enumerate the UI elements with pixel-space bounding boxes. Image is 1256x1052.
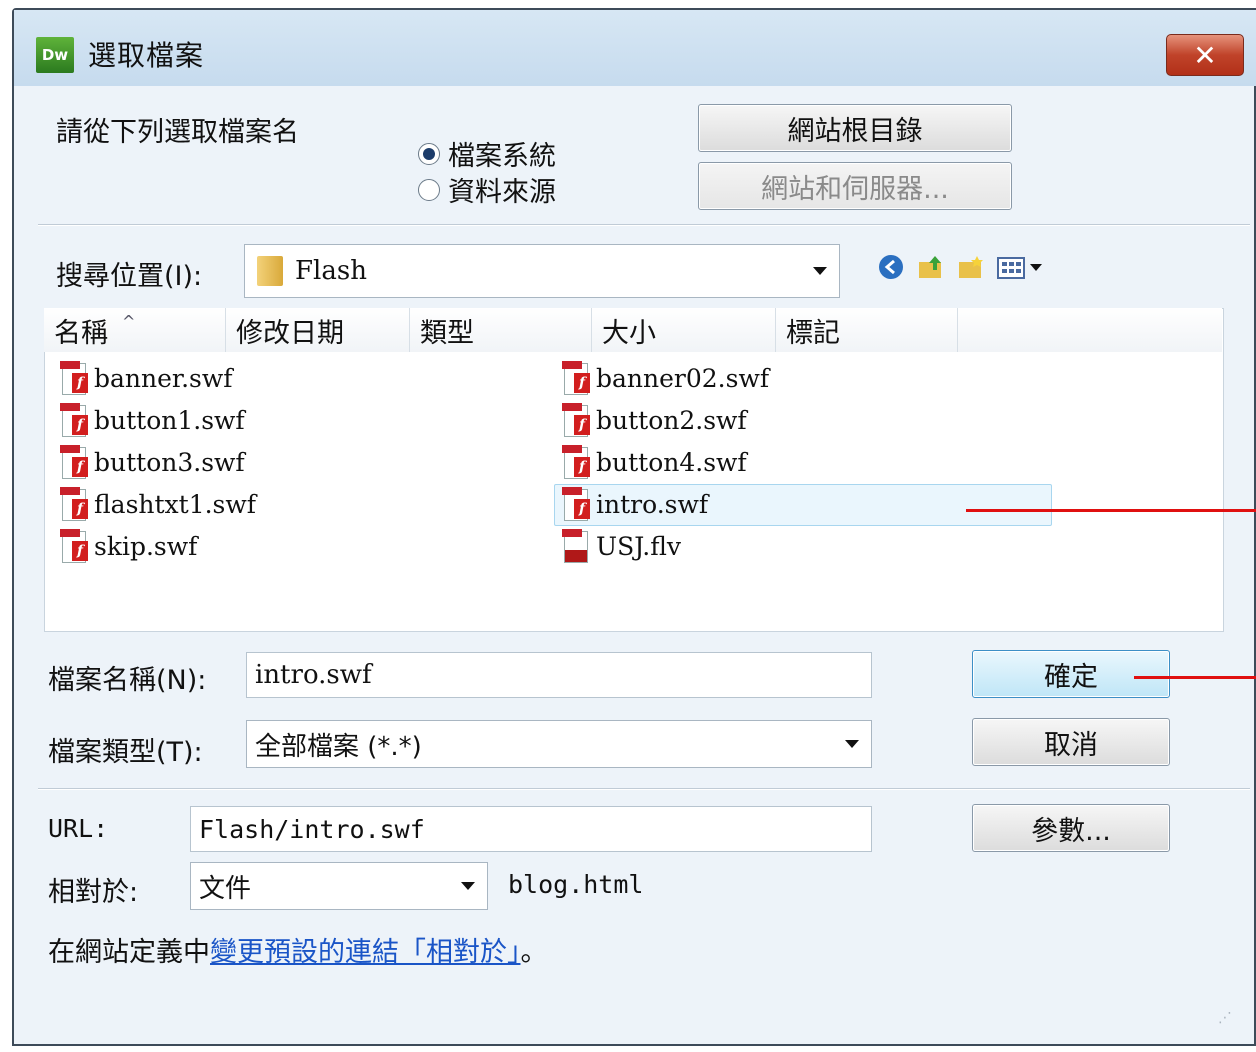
list-item[interactable]: fUSJ.flv — [560, 526, 769, 566]
list-item[interactable]: f button1.swf — [58, 400, 256, 440]
list-item[interactable]: f banner02.swf — [560, 358, 769, 398]
file-name: banner.swf — [94, 363, 233, 393]
url-input[interactable]: Flash/intro.swf — [190, 806, 872, 852]
radio-button-selected[interactable] — [418, 142, 440, 165]
filetype-label: 檔案類型(T): — [48, 737, 203, 768]
file-name: flashtxt1.swf — [94, 489, 257, 519]
file-name: button3.swf — [94, 447, 245, 477]
sort-up-icon: ^ — [122, 311, 136, 331]
close-button[interactable]: ✕ — [1166, 34, 1244, 76]
swf-file-icon: f — [58, 403, 88, 437]
list-item[interactable]: f skip.swf — [58, 526, 256, 566]
file-name: intro.swf — [596, 489, 709, 519]
filetype-value: 全部檔案 (*.*) — [255, 731, 422, 762]
filetype-dropdown[interactable]: 全部檔案 (*.*) — [246, 720, 872, 768]
separator — [38, 788, 1250, 790]
file-column-right: f banner02.swf f button2.swf f button4.swf … — [560, 358, 769, 566]
relative-label: 相對於: — [48, 877, 139, 908]
column-header-tags[interactable]: 標記 — [776, 308, 958, 352]
column-header-empty — [958, 308, 1222, 352]
file-column-left: f banner.swf f button1.swf f button3.swf ff… — [58, 358, 256, 566]
flv-file-icon: f — [560, 529, 590, 563]
separator — [38, 224, 1250, 226]
annotation-line — [1134, 676, 1256, 679]
radio-file-system[interactable]: 檔案系統 — [418, 134, 556, 173]
list-item-selected[interactable]: f intro.swf — [560, 484, 769, 524]
lookin-label: 搜尋位置(I): — [56, 261, 203, 292]
list-item[interactable]: f button3.swf — [58, 442, 256, 482]
relative-dropdown[interactable]: 文件 — [190, 862, 488, 910]
change-default-link[interactable]: 變更預設的連結「相對於」 — [210, 937, 521, 968]
sites-servers-button[interactable]: 網站和伺服器... — [698, 162, 1012, 210]
column-header-size[interactable]: 大小 — [592, 308, 776, 352]
file-name: banner02.swf — [596, 363, 770, 393]
file-name: USJ.flv — [596, 531, 682, 561]
swf-file-icon: f — [58, 361, 88, 395]
url-label: URL: — [48, 814, 109, 843]
view-menu-icon[interactable] — [996, 252, 1046, 282]
swf-file-icon: f — [560, 403, 590, 437]
radio-data-source[interactable]: 資料來源 — [418, 170, 556, 209]
up-folder-icon[interactable] — [916, 252, 946, 282]
dialog-title: 選取檔案 — [88, 39, 205, 72]
source-prompt: 請從下列選取檔案名 — [56, 117, 299, 148]
list-item[interactable]: f button4.swf — [560, 442, 769, 482]
chevron-down-icon — [813, 267, 827, 275]
swf-file-icon: f — [560, 445, 590, 479]
ok-button[interactable]: 確定 — [972, 650, 1170, 698]
new-folder-icon[interactable] — [956, 252, 986, 282]
radio-button[interactable] — [418, 178, 440, 201]
list-item[interactable]: f button2.swf — [560, 400, 769, 440]
swf-file-icon: f — [560, 361, 590, 395]
radio-file-system-label: 檔案系統 — [448, 141, 556, 172]
back-icon[interactable] — [876, 252, 906, 282]
resize-grip-icon[interactable]: ⋰ — [1218, 1010, 1232, 1026]
parameters-button[interactable]: 參數... — [972, 804, 1170, 852]
swf-file-icon: f — [58, 445, 88, 479]
site-root-button[interactable]: 網站根目錄 — [698, 104, 1012, 152]
footer-text: 在網站定義中變更預設的連結「相對於」。 — [48, 930, 548, 969]
swf-file-icon: f — [560, 487, 590, 521]
radio-data-source-label: 資料來源 — [448, 177, 556, 208]
file-name: skip.swf — [94, 531, 198, 561]
filename-input[interactable]: intro.swf — [246, 652, 872, 698]
list-item[interactable]: f banner.swf — [58, 358, 256, 398]
lookin-value: Flash — [295, 256, 367, 286]
column-header-type[interactable]: 類型 — [410, 308, 592, 352]
folder-icon — [257, 256, 283, 286]
column-header-modified[interactable]: 修改日期 — [226, 308, 410, 352]
swf-file-icon: f — [58, 487, 88, 521]
chevron-down-icon — [461, 882, 475, 890]
column-header-name-label: 名稱 — [54, 317, 108, 349]
footer-prefix: 在網站定義中 — [48, 937, 210, 968]
footer-suffix: 。 — [520, 937, 548, 968]
relative-document: blog.html — [508, 870, 644, 899]
cancel-button[interactable]: 取消 — [972, 718, 1170, 766]
lookin-dropdown[interactable]: Flash — [244, 244, 840, 298]
column-header-name[interactable]: 名稱 ^ — [44, 308, 226, 352]
file-name: button1.swf — [94, 405, 245, 435]
annotation-line — [966, 509, 1256, 512]
dreamweaver-logo-icon: Dw — [36, 37, 74, 73]
swf-file-icon: f — [58, 529, 88, 563]
chevron-down-icon — [845, 740, 859, 748]
file-name: button4.swf — [596, 447, 747, 477]
relative-value: 文件 — [199, 873, 252, 904]
list-item[interactable]: f flashtxt1.swf — [58, 484, 256, 524]
toolbar — [876, 252, 1046, 282]
file-name: button2.swf — [596, 405, 747, 435]
filename-label: 檔案名稱(N): — [48, 665, 207, 696]
